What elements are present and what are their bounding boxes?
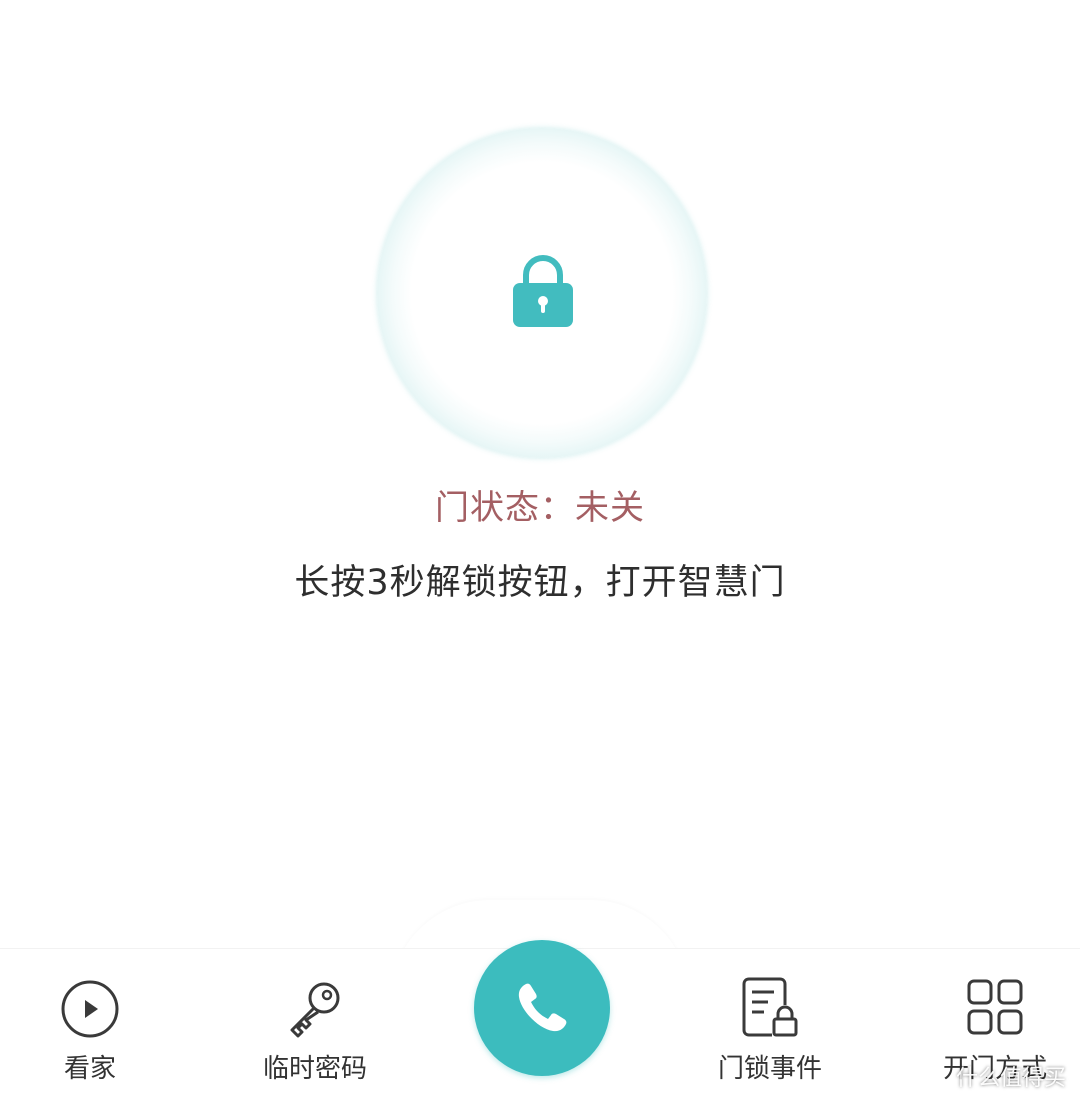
unlock-hint: 长按3秒解锁按钮，打开智慧门 [294, 563, 786, 603]
smart-lock-screen: 门状态：未关 长按3秒解锁按钮，打开智慧门 看家 临时密码 门锁事件 开门方式 … [0, 0, 1080, 1106]
nav-item-home-watch[interactable]: 看家 [0, 975, 180, 1095]
unlock-button[interactable] [377, 128, 707, 458]
document-lock-icon [742, 977, 798, 1037]
nav-label-lock-events: 门锁事件 [717, 1054, 822, 1084]
nav-item-temp-password[interactable]: 临时密码 [225, 975, 405, 1095]
nav-label-temp-password: 临时密码 [262, 1054, 367, 1084]
nav-item-lock-events[interactable]: 门锁事件 [680, 975, 860, 1095]
watermark: 什么值得买 [955, 1066, 1066, 1091]
padlock-icon [513, 255, 573, 327]
grid-icon [967, 979, 1023, 1035]
door-status: 门状态：未关 [435, 488, 645, 528]
nav-label-home-watch: 看家 [63, 1054, 116, 1084]
key-icon [290, 982, 340, 1038]
call-button[interactable] [474, 940, 610, 1076]
phone-icon [518, 983, 567, 1032]
play-circle-icon [61, 980, 119, 1038]
